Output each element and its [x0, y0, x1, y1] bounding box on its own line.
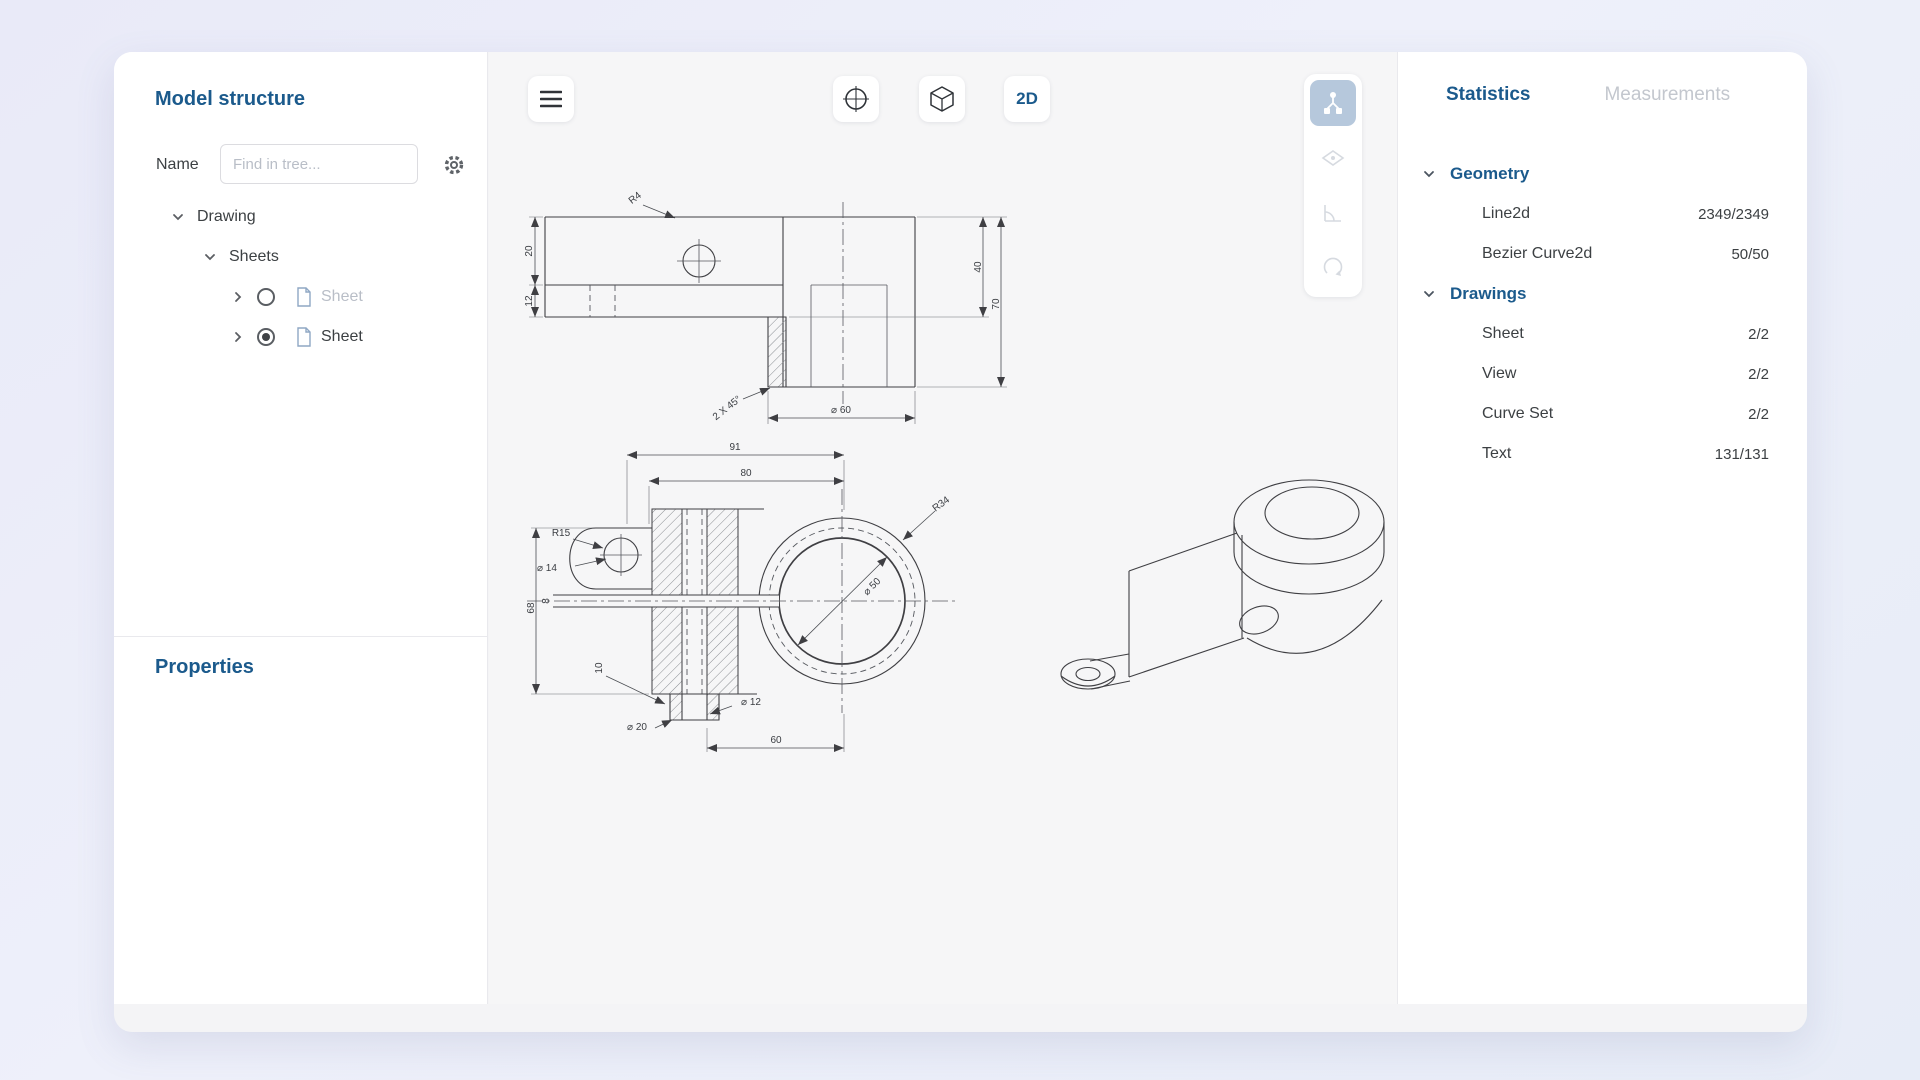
stat-value: 2/2 — [1748, 326, 1769, 343]
svg-text:20: 20 — [524, 245, 535, 257]
sheet-file-icon — [295, 327, 313, 347]
chevron-down-icon — [1422, 167, 1436, 181]
statistics-list: Geometry Line2d 2349/2349 Bezier Curve2d… — [1398, 154, 1807, 474]
chevron-down-icon — [171, 210, 185, 224]
tab-statistics[interactable]: Statistics — [1446, 84, 1530, 106]
svg-text:12: 12 — [524, 295, 535, 307]
stat-label: Bezier Curve2d — [1482, 245, 1592, 263]
chevron-right-icon — [231, 330, 245, 344]
stat-value: 2/2 — [1748, 366, 1769, 383]
isometric-view — [1061, 480, 1384, 689]
tree-node-sheet-2[interactable]: Sheet — [114, 317, 487, 357]
top-view: 20 12 40 70 ⌀ 60 R4 2 X 45° — [524, 190, 1007, 424]
properties-title: Properties — [155, 656, 254, 679]
stat-label: Curve Set — [1482, 405, 1553, 423]
stat-value: 131/131 — [1715, 446, 1769, 463]
svg-text:70: 70 — [991, 298, 1002, 310]
stat-label: View — [1482, 365, 1516, 383]
svg-text:91: 91 — [729, 442, 741, 453]
svg-text:60: 60 — [770, 735, 782, 746]
sheet-radio-selected[interactable] — [257, 328, 275, 346]
tree-node-label: Sheets — [229, 248, 279, 266]
svg-text:⌀ 60: ⌀ 60 — [831, 405, 851, 416]
chevron-right-icon — [231, 290, 245, 304]
stat-value: 2/2 — [1748, 406, 1769, 423]
stat-value: 2349/2349 — [1698, 206, 1769, 223]
panel-divider — [114, 636, 487, 637]
svg-text:⌀ 20: ⌀ 20 — [627, 722, 647, 733]
svg-text:2 X 45°: 2 X 45° — [711, 394, 744, 423]
tree-node-drawing[interactable]: Drawing — [114, 197, 487, 237]
app-window: Model structure Name Drawing Sheets — [114, 52, 1807, 1032]
drawing-canvas[interactable]: 2D — [489, 52, 1397, 1004]
chevron-down-icon — [1422, 287, 1436, 301]
svg-text:R15: R15 — [552, 528, 571, 539]
stat-row-text[interactable]: Text 131/131 — [1398, 434, 1807, 474]
sheet-radio-unselected[interactable] — [257, 288, 275, 306]
svg-text:⌀ 12: ⌀ 12 — [741, 697, 761, 708]
stat-label: Line2d — [1482, 205, 1530, 223]
tree-node-label: Sheet — [321, 288, 363, 306]
stat-value: 50/50 — [1731, 246, 1769, 263]
statistics-panel: Statistics Measurements Geometry Line2d … — [1397, 52, 1807, 1004]
stat-row-curve-set[interactable]: Curve Set 2/2 — [1398, 394, 1807, 434]
svg-text:40: 40 — [973, 261, 984, 273]
sheet-file-icon — [295, 287, 313, 307]
svg-text:80: 80 — [740, 468, 752, 479]
stat-row-bezier-curve2d[interactable]: Bezier Curve2d 50/50 — [1398, 234, 1807, 274]
stat-label: Sheet — [1482, 325, 1524, 343]
chevron-down-icon — [203, 250, 217, 264]
model-structure-title: Model structure — [155, 88, 305, 111]
svg-text:R34: R34 — [931, 494, 953, 514]
name-label: Name — [156, 156, 199, 174]
right-panel-tabs: Statistics Measurements — [1446, 84, 1730, 106]
section-drawings[interactable]: Drawings — [1398, 274, 1807, 314]
gear-icon — [442, 153, 466, 177]
section-geometry[interactable]: Geometry — [1398, 154, 1807, 194]
tree-node-label: Drawing — [197, 208, 256, 226]
svg-text:10: 10 — [594, 662, 605, 674]
svg-text:R4: R4 — [627, 190, 644, 207]
tab-measurements[interactable]: Measurements — [1604, 84, 1730, 106]
tree-node-label: Sheet — [321, 328, 363, 346]
stat-row-sheet[interactable]: Sheet 2/2 — [1398, 314, 1807, 354]
model-structure-panel: Model structure Name Drawing Sheets — [114, 52, 488, 1004]
svg-text:⌀ 14: ⌀ 14 — [537, 563, 557, 574]
tree-node-sheet-1[interactable]: Sheet — [114, 277, 487, 317]
section-title: Geometry — [1450, 164, 1529, 184]
sheet-drawing: 20 12 40 70 ⌀ 60 R4 2 X 45° — [489, 52, 1397, 1004]
stat-row-line2d[interactable]: Line2d 2349/2349 — [1398, 194, 1807, 234]
stat-row-view[interactable]: View 2/2 — [1398, 354, 1807, 394]
stat-label: Text — [1482, 445, 1511, 463]
svg-text:68: 68 — [526, 602, 537, 614]
front-view: ⌀ 50 91 80 R15 ⌀ 14 68 8 R34 10 ⌀ 12 — [526, 442, 957, 752]
tree-node-sheets[interactable]: Sheets — [114, 237, 487, 277]
section-title: Drawings — [1450, 284, 1527, 304]
model-tree: Drawing Sheets Sheet — [114, 197, 487, 357]
tree-settings-button[interactable] — [441, 152, 467, 178]
find-in-tree-input[interactable] — [220, 144, 418, 184]
svg-text:8: 8 — [541, 598, 552, 604]
